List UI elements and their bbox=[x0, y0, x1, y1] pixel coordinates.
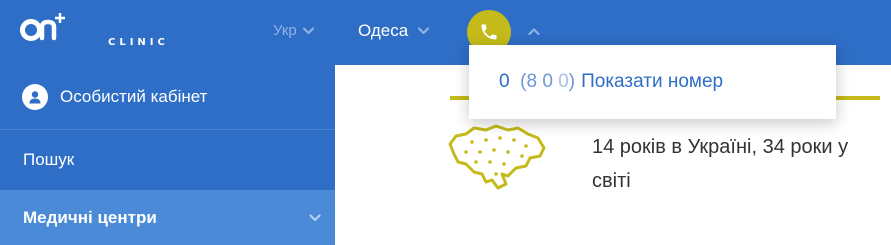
city-selector[interactable]: Одеса bbox=[358, 21, 430, 41]
logo[interactable]: CLINIC bbox=[20, 10, 165, 50]
sidebar-item-label: Особистий кабінет bbox=[60, 87, 208, 106]
phone-digit: 0 bbox=[542, 71, 553, 92]
chevron-up-icon[interactable] bbox=[528, 27, 540, 36]
sidebar-item-label: Пошук bbox=[23, 150, 75, 169]
sidebar-item-profile[interactable]: Особистий кабінет bbox=[0, 65, 335, 130]
sidebar-item-label: Медичні центри bbox=[23, 207, 157, 227]
language-selector[interactable]: Укр bbox=[273, 22, 314, 39]
language-label: Укр bbox=[273, 22, 297, 39]
chevron-down-icon bbox=[418, 27, 430, 35]
phone-dropdown: 0 ( 8 0 0 ) Показати номер bbox=[469, 45, 836, 119]
logo-text: CLINIC bbox=[108, 37, 169, 48]
logo-mark-icon bbox=[20, 13, 65, 41]
sidebar-item-medical-centers[interactable]: Медичні центри bbox=[0, 190, 335, 245]
phone-prefix: 0 bbox=[499, 71, 510, 92]
chevron-down-icon bbox=[302, 26, 314, 34]
city-label: Одеса bbox=[358, 21, 409, 40]
phone-digit: 8 bbox=[526, 71, 538, 92]
stat-text: 14 років в Україні, 34 роки у світі bbox=[592, 136, 849, 192]
chevron-down-icon bbox=[309, 213, 321, 221]
ukraine-map-icon bbox=[448, 124, 546, 190]
phone-digit: 0 bbox=[558, 71, 569, 92]
sidebar-item-search[interactable]: Пошук bbox=[0, 130, 335, 190]
sidebar: Особистий кабінет Пошук Медичні центри bbox=[0, 65, 335, 245]
phone-close-paren: ) bbox=[568, 71, 576, 92]
phone-icon bbox=[481, 24, 497, 40]
user-icon bbox=[22, 84, 48, 110]
show-number-link[interactable]: Показати номер bbox=[581, 71, 723, 93]
